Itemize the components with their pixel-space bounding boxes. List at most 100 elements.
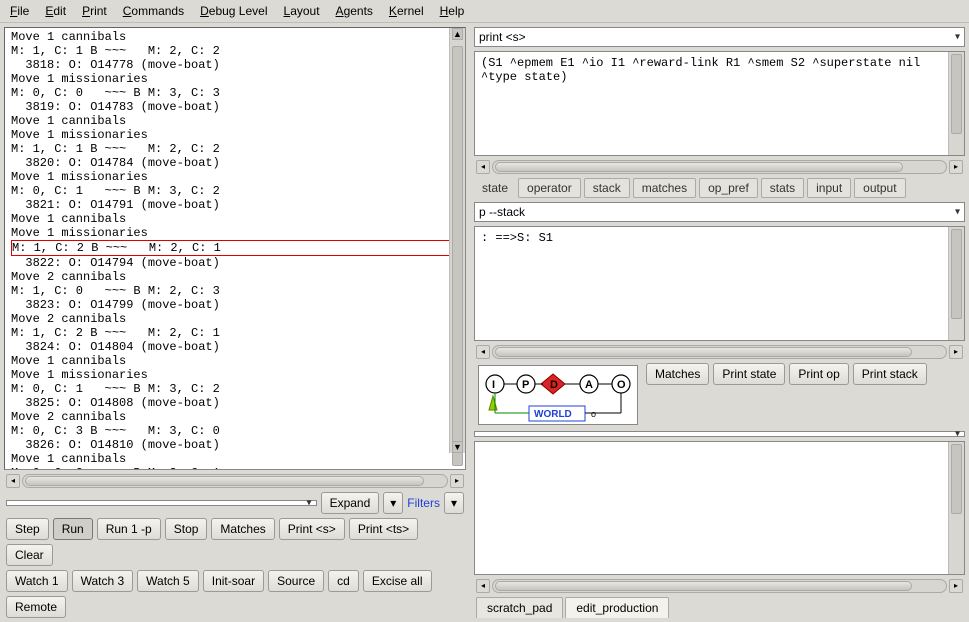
console-line: M: 1, C: 1 B ~~~ M: 2, C: 2 [11, 142, 459, 156]
hscroll-right[interactable]: ▸ [949, 579, 963, 593]
tab-operator[interactable]: operator [518, 178, 581, 198]
console-line: Move 2 cannibals [11, 270, 459, 284]
print-s-combo[interactable]: print <s> ▾ [474, 27, 965, 47]
console-line: M: 0, C: 0 ~~~ B M: 3, C: 3 [11, 86, 459, 100]
print-ts--button[interactable]: Print <ts> [349, 518, 418, 540]
console-line: 3821: O: O14791 (move-boat) [11, 198, 459, 212]
right-panel: print <s> ▾ (S1 ^epmem E1 ^io I1 ^reward… [470, 23, 969, 622]
hscroll-right[interactable]: ▸ [450, 474, 464, 488]
menu-file[interactable]: File [4, 2, 35, 20]
clear-button[interactable]: Clear [6, 544, 53, 566]
console-line: M: 1, C: 0 ~~~ B M: 2, C: 3 [11, 284, 459, 298]
watch-1-button[interactable]: Watch 1 [6, 570, 68, 592]
console-line: 3823: O: O14799 (move-boat) [11, 298, 459, 312]
print-s--button[interactable]: Print <s> [279, 518, 345, 540]
run-1-p-button[interactable]: Run 1 -p [97, 518, 161, 540]
bottom-hscroll[interactable] [492, 579, 947, 593]
menu-help[interactable]: Help [434, 2, 471, 20]
run-button[interactable]: Run [53, 518, 93, 540]
matches-button[interactable]: Matches [211, 518, 274, 540]
console-line: Move 1 cannibals [11, 212, 459, 226]
hscroll-right[interactable]: ▸ [949, 160, 963, 174]
print-op-button[interactable]: Print op [789, 363, 848, 385]
print-s-vscroll[interactable] [948, 52, 964, 155]
console-line: M: 0, C: 1 ~~~ B M: 3, C: 2 [11, 184, 459, 198]
stop-button[interactable]: Stop [165, 518, 208, 540]
tab-output[interactable]: output [854, 178, 905, 198]
print-s-hscroll[interactable] [492, 160, 947, 174]
expand-caret-button[interactable]: ▾ [383, 492, 403, 514]
remote-button[interactable]: Remote [6, 596, 66, 618]
console-line: Move 1 cannibals [11, 452, 459, 466]
console-line: 3825: O: O14808 (move-boat) [11, 396, 459, 410]
tab-input[interactable]: input [807, 178, 851, 198]
console-line: 3820: O: O14784 (move-boat) [11, 156, 459, 170]
svg-text:D: D [550, 379, 558, 391]
hscroll-left[interactable]: ◂ [476, 579, 490, 593]
menu-agents[interactable]: Agents [330, 2, 379, 20]
svg-text:o: o [591, 409, 596, 419]
output-line: : ==>S: S1 [481, 231, 958, 245]
expand-button[interactable]: Expand [321, 492, 380, 514]
filters-link[interactable]: Filters [407, 496, 440, 510]
menu-print[interactable]: Print [76, 2, 113, 20]
output-line: (S1 ^epmem E1 ^io I1 ^reward-link R1 ^sm… [481, 56, 958, 70]
stack-output: : ==>S: S1 [474, 226, 965, 341]
hscroll-left[interactable]: ◂ [476, 160, 490, 174]
tab-edit-production[interactable]: edit_production [565, 597, 669, 618]
menu-commands[interactable]: Commands [117, 2, 190, 20]
scroll-up-arrow[interactable]: ▲ [452, 28, 463, 40]
output-line: ^type state) [481, 70, 958, 84]
print-state-button[interactable]: Print state [713, 363, 785, 385]
cd-button[interactable]: cd [328, 570, 359, 592]
excise-all-button[interactable]: Excise all [363, 570, 432, 592]
console-line: Move 2 cannibals [11, 410, 459, 424]
matches-button[interactable]: Matches [646, 363, 709, 385]
print-s-combo-value: print <s> [479, 30, 526, 44]
svg-text:A: A [585, 379, 593, 391]
watch-3-button[interactable]: Watch 3 [72, 570, 134, 592]
tab-stack[interactable]: stack [584, 178, 630, 198]
menu-debug-level[interactable]: Debug Level [194, 2, 273, 20]
source-button[interactable]: Source [268, 570, 324, 592]
tab-matches[interactable]: matches [633, 178, 696, 198]
svg-text:O: O [617, 379, 626, 391]
menu-edit[interactable]: Edit [39, 2, 72, 20]
console-vscrollbar[interactable]: ▲ ▼ [449, 28, 465, 453]
scroll-down-arrow[interactable]: ▼ [452, 441, 463, 453]
filters-caret-button[interactable]: ▾ [444, 492, 464, 514]
console-line: 3824: O: O14804 (move-boat) [11, 340, 459, 354]
console-line: Move 1 missionaries [11, 170, 459, 184]
hscroll-right[interactable]: ▸ [949, 345, 963, 359]
console-line: 3818: O: O14778 (move-boat) [11, 58, 459, 72]
bottom-vscroll[interactable] [948, 442, 964, 574]
print-s-output: (S1 ^epmem E1 ^io I1 ^reward-link R1 ^sm… [474, 51, 965, 156]
console-line: Move 2 cannibals [11, 312, 459, 326]
console-hscrollbar[interactable] [22, 474, 448, 488]
empty-combo[interactable]: ▾ [474, 431, 965, 437]
chevron-down-icon: ▾ [955, 429, 960, 440]
decision-cycle-diagram: I P D A O WORLD o [478, 365, 638, 425]
tab-stats[interactable]: stats [761, 178, 804, 198]
bottom-output [474, 441, 965, 575]
tab-op-pref[interactable]: op_pref [699, 178, 758, 198]
watch-5-button[interactable]: Watch 5 [137, 570, 199, 592]
step-button[interactable]: Step [6, 518, 49, 540]
stack-hscroll[interactable] [492, 345, 947, 359]
menu-kernel[interactable]: Kernel [383, 2, 430, 20]
scroll-thumb[interactable] [452, 46, 463, 466]
stack-combo[interactable]: p --stack ▾ [474, 202, 965, 222]
console-output: Move 1 cannibals M: 1, C: 1 B ~~~ M: 2, C… [5, 28, 465, 469]
menu-layout[interactable]: Layout [278, 2, 326, 20]
print-stack-button[interactable]: Print stack [853, 363, 927, 385]
hscroll-left[interactable]: ◂ [6, 474, 20, 488]
svg-text:P: P [522, 379, 529, 391]
hscroll-left[interactable]: ◂ [476, 345, 490, 359]
svg-text:WORLD: WORLD [534, 409, 572, 420]
console-line: 3826: O: O14810 (move-boat) [11, 438, 459, 452]
chevron-down-icon: ▾ [307, 498, 312, 509]
command-combo[interactable]: ▾ [6, 500, 317, 506]
tab-scratch-pad[interactable]: scratch_pad [476, 597, 563, 618]
init-soar-button[interactable]: Init-soar [203, 570, 264, 592]
stack-vscroll[interactable] [948, 227, 964, 340]
